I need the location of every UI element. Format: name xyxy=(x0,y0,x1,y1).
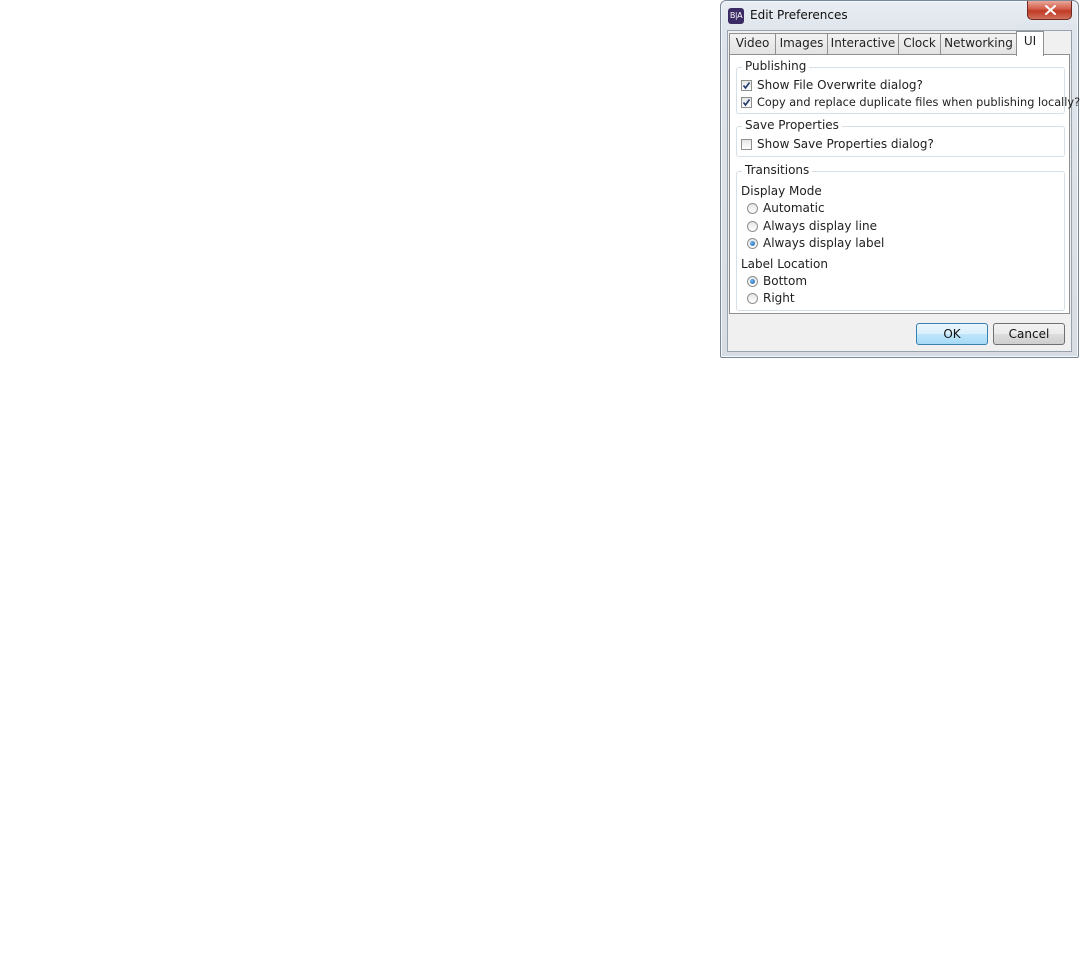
publishing-group: Publishing Show File Overwrite dialog? C… xyxy=(736,59,1080,114)
save-properties-group: Save Properties Show Save Properties dia… xyxy=(736,118,1065,157)
show-save-properties-label: Show Save Properties dialog? xyxy=(757,137,934,151)
copy-replace-option[interactable]: Copy and replace duplicate files when pu… xyxy=(741,94,1080,110)
ok-button[interactable]: OK xyxy=(916,323,988,345)
transitions-group: Transitions Display Mode Automatic Alway… xyxy=(736,163,1065,311)
label-location-right-radio[interactable] xyxy=(747,292,758,304)
show-file-overwrite-label: Show File Overwrite dialog? xyxy=(757,78,923,92)
tab-strip: Video Images Interactive Clock Networkin… xyxy=(728,31,1071,56)
label-location-bottom-label: Bottom xyxy=(763,274,808,288)
window-title: Edit Preferences xyxy=(750,8,848,22)
display-mode-line-label: Always display line xyxy=(763,219,877,233)
display-mode-automatic-option[interactable]: Automatic xyxy=(747,200,825,216)
show-file-overwrite-option[interactable]: Show File Overwrite dialog? xyxy=(741,77,923,93)
tab-interactive[interactable]: Interactive xyxy=(827,33,899,54)
display-mode-line-option[interactable]: Always display line xyxy=(747,218,877,234)
transitions-group-title: Transitions xyxy=(742,163,813,177)
cancel-button[interactable]: Cancel xyxy=(993,323,1065,345)
edit-preferences-dialog: B|A Edit Preferences Video Images Intera… xyxy=(720,0,1080,358)
tab-page-ui: Publishing Show File Overwrite dialog? C… xyxy=(729,54,1080,314)
checkmark-icon xyxy=(742,81,751,89)
show-save-properties-checkbox[interactable] xyxy=(741,138,752,150)
radio-selected-dot xyxy=(750,278,755,284)
display-mode-automatic-label: Automatic xyxy=(763,201,825,215)
publishing-group-title: Publishing xyxy=(742,59,810,73)
app-icon: B|A xyxy=(728,8,744,24)
show-file-overwrite-checkbox[interactable] xyxy=(741,79,752,91)
display-mode-line-radio[interactable] xyxy=(747,220,758,232)
tab-networking[interactable]: Networking xyxy=(940,33,1017,54)
display-mode-label-radio[interactable] xyxy=(747,237,758,249)
tab-clock[interactable]: Clock xyxy=(898,33,941,54)
save-properties-group-title: Save Properties xyxy=(742,118,842,132)
copy-replace-checkbox[interactable] xyxy=(741,96,752,108)
display-mode-label: Display Mode xyxy=(741,184,822,198)
tab-ui[interactable]: UI xyxy=(1016,31,1044,56)
checkmark-icon xyxy=(742,98,751,106)
label-location-bottom-option[interactable]: Bottom xyxy=(747,273,807,289)
close-icon xyxy=(1045,5,1056,15)
tab-images[interactable]: Images xyxy=(775,33,828,54)
display-mode-label-option[interactable]: Always display label xyxy=(747,235,884,251)
display-mode-automatic-radio[interactable] xyxy=(747,202,758,214)
label-location-right-label: Right xyxy=(763,291,795,305)
radio-selected-dot xyxy=(750,240,755,246)
label-location-right-option[interactable]: Right xyxy=(747,290,795,306)
label-location-bottom-radio[interactable] xyxy=(747,275,758,287)
tab-video[interactable]: Video xyxy=(729,33,776,54)
copy-replace-label: Copy and replace duplicate files when pu… xyxy=(757,95,1081,109)
dialog-client-area: Video Images Interactive Clock Networkin… xyxy=(727,30,1080,352)
title-bar[interactable]: B|A Edit Preferences xyxy=(721,1,1078,29)
close-button[interactable] xyxy=(1027,1,1072,20)
display-mode-label-option-text: Always display label xyxy=(763,236,885,250)
show-save-properties-option[interactable]: Show Save Properties dialog? xyxy=(741,136,934,152)
label-location-label: Label Location xyxy=(741,257,828,271)
